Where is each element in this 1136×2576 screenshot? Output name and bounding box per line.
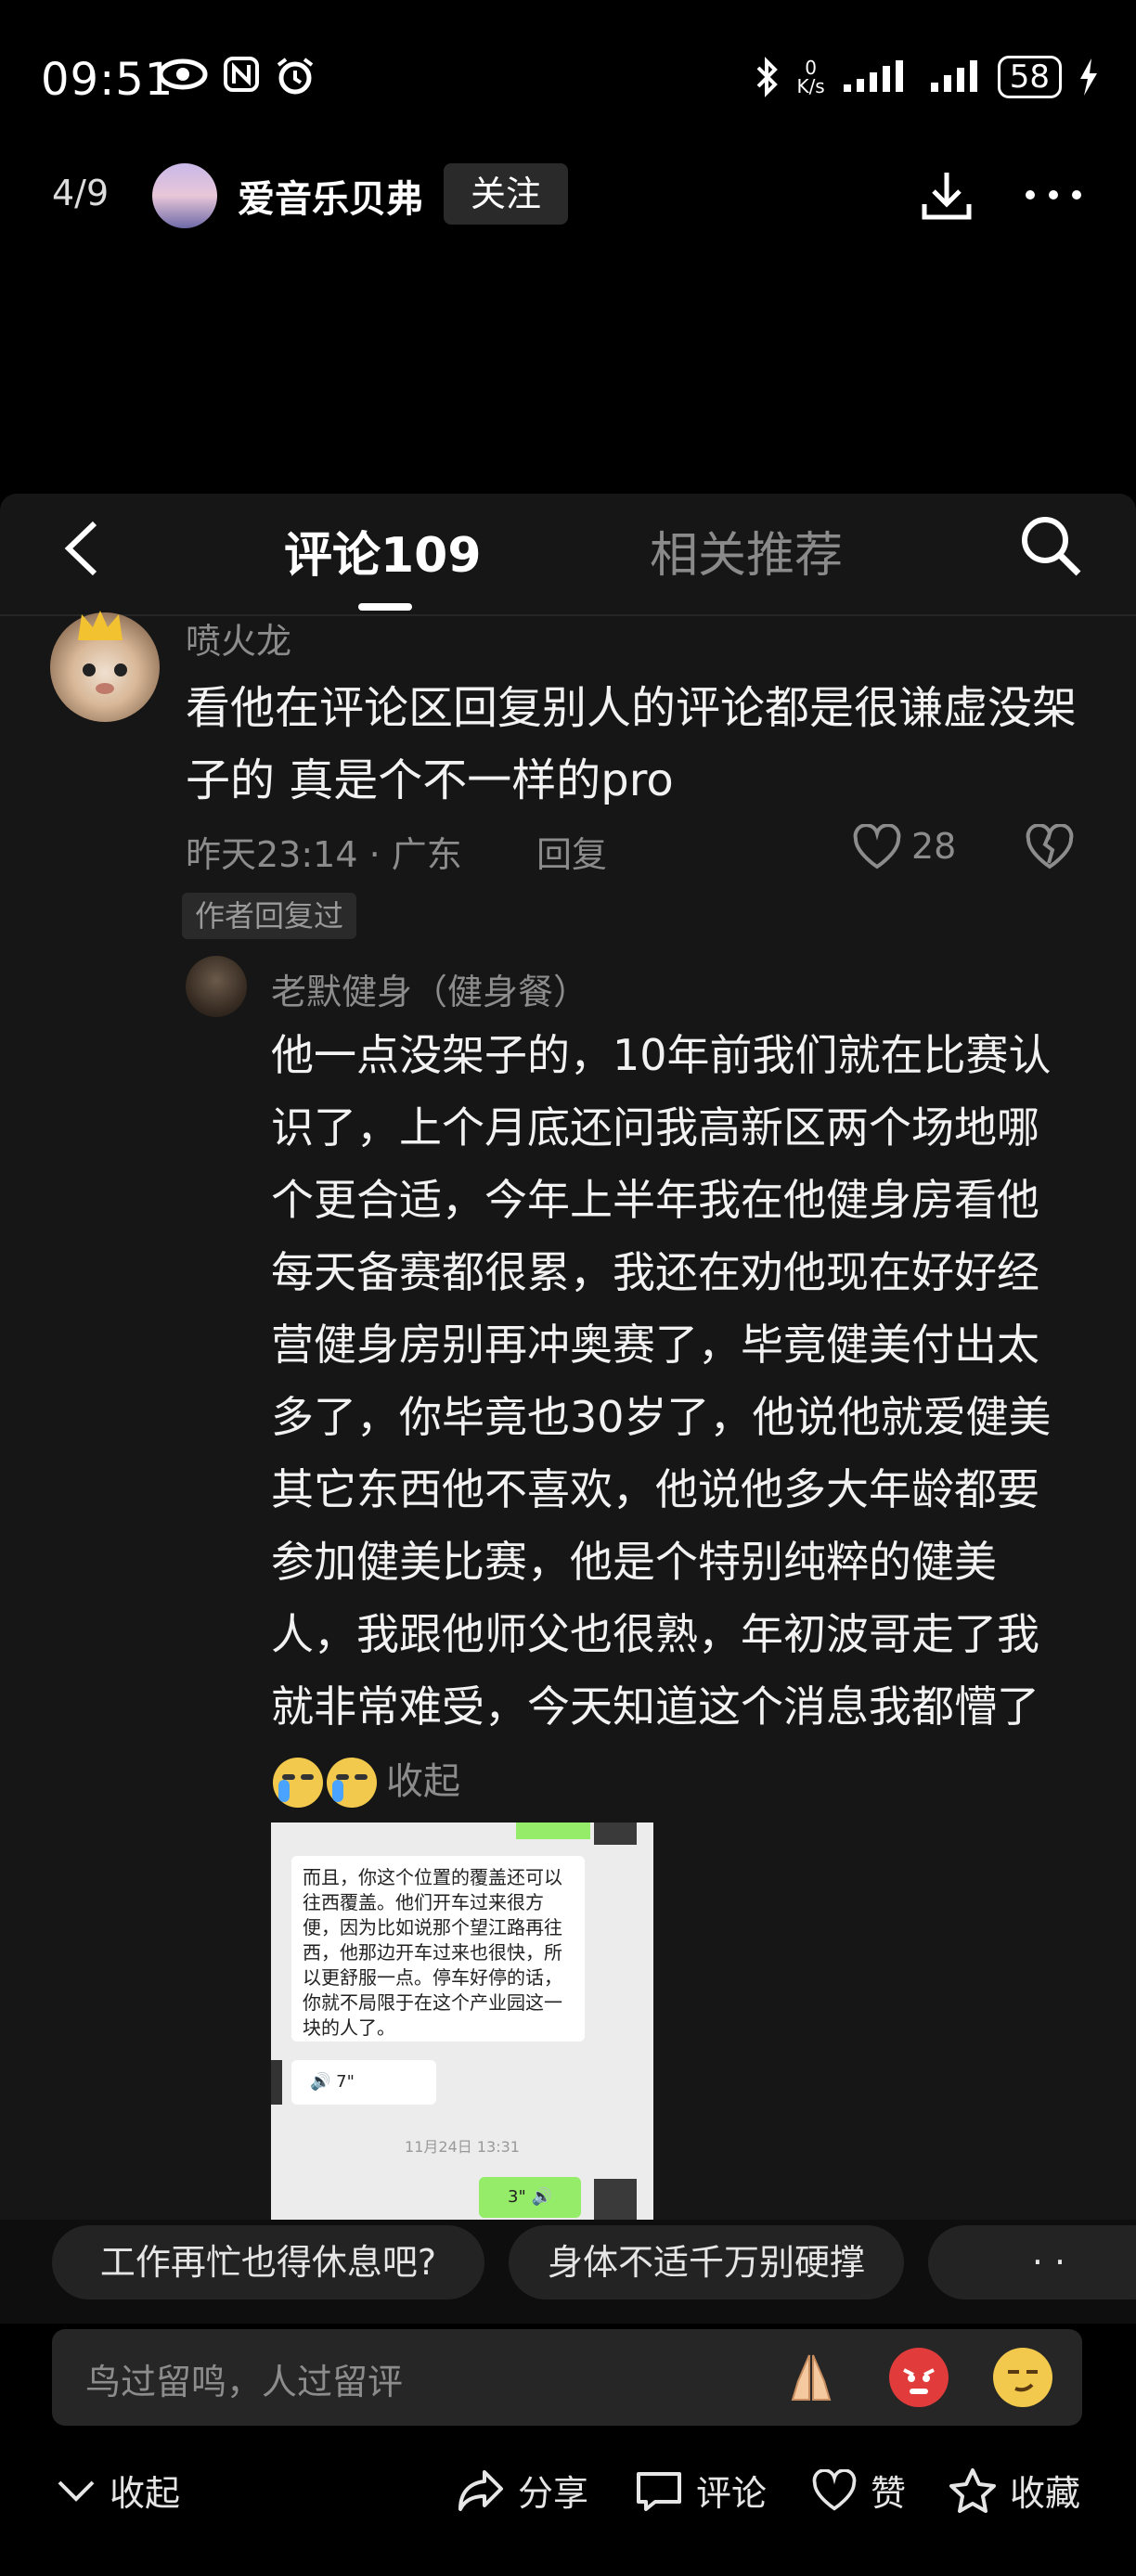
tab-comments[interactable]: 评论109 xyxy=(284,516,482,586)
status-time: 09:51 xyxy=(41,54,174,106)
commenter-name[interactable]: 喷火龙 xyxy=(186,612,291,663)
heart-icon[interactable] xyxy=(852,824,902,870)
voice-wave-icon: 🔊 xyxy=(531,2187,552,2207)
author-avatar[interactable] xyxy=(152,163,217,228)
broken-heart-icon[interactable] xyxy=(1025,824,1075,870)
chat-bubble-green-top xyxy=(516,1823,590,1839)
star-icon xyxy=(949,2467,996,2513)
more-options-icon[interactable] xyxy=(1021,176,1086,213)
tab-related[interactable]: 相关推荐 xyxy=(650,516,843,586)
signal-icon-2 xyxy=(930,60,977,92)
image-page-counter: 4/9 xyxy=(52,173,110,213)
collapse-button[interactable]: 收起 xyxy=(56,2465,180,2516)
author-name[interactable]: 爱音乐贝弗 xyxy=(238,169,423,223)
status-left-icons xyxy=(158,56,316,97)
battery-indicator: 58 xyxy=(997,56,1062,98)
comment-text: 看他在评论区回复别人的评论都是很谦虚没架子的 真是个不一样的pro xyxy=(186,682,1078,806)
like-button[interactable]: 赞 xyxy=(811,2465,906,2516)
back-icon[interactable] xyxy=(56,516,111,581)
charging-icon xyxy=(1080,58,1097,96)
voice-wave-icon: 🔊 xyxy=(310,2072,331,2092)
angry-emoji-icon[interactable] xyxy=(889,2348,949,2407)
comment-time: 昨天23:14 xyxy=(186,834,358,875)
alarm-icon xyxy=(277,58,314,95)
signal-icon xyxy=(843,60,903,92)
suggestion-chip[interactable]: · · xyxy=(928,2225,1136,2299)
author-replied-badge: 作者回复过 xyxy=(182,893,357,939)
download-icon[interactable] xyxy=(919,167,975,223)
comments-panel-header xyxy=(0,494,1136,616)
collapse-reply-link[interactable]: 收起 xyxy=(386,1760,460,1803)
nfc-icon xyxy=(224,57,259,92)
replier-avatar[interactable] xyxy=(186,956,247,1017)
eye-icon xyxy=(158,58,208,90)
meta-separator: · xyxy=(368,834,381,875)
voice-message-right: 3" 🔊 xyxy=(479,2177,581,2218)
net-speed: 0 K/s xyxy=(796,57,825,97)
suggestion-chip[interactable]: 身体不适千万别硬撑 xyxy=(509,2225,904,2299)
replier-name[interactable]: 老默健身（健身餐） xyxy=(271,963,588,1014)
bluetooth-icon xyxy=(757,57,779,97)
share-icon xyxy=(458,2469,503,2511)
like-count: 28 xyxy=(911,826,957,867)
follow-button[interactable]: 关注 xyxy=(444,163,568,225)
smirk-emoji-icon[interactable] xyxy=(993,2348,1052,2407)
search-icon[interactable] xyxy=(1017,512,1084,579)
chat-side-marker xyxy=(271,2060,282,2105)
crying-emoji-icon xyxy=(327,1757,377,1808)
crown-icon xyxy=(74,609,126,644)
share-button[interactable]: 分享 xyxy=(457,2465,588,2516)
tab-active-indicator xyxy=(358,603,412,611)
favorite-button[interactable]: 收藏 xyxy=(949,2465,1080,2516)
comment-location: 广东 xyxy=(391,834,462,875)
comment-input-placeholder: 鸟过留鸣，人过留评 xyxy=(85,2362,404,2402)
chat-avatar xyxy=(594,2179,637,2220)
reply-text-block: 他一点没架子的，10年前我们就在比赛认识了，上个月底还问我高新区两个场地哪个更合… xyxy=(271,1019,1060,1818)
heart-icon xyxy=(812,2468,857,2511)
voice-message-left: 🔊 7" xyxy=(291,2060,436,2105)
suggestion-chip[interactable]: 工作再忙也得休息吧? xyxy=(52,2225,484,2299)
chevron-down-icon xyxy=(58,2480,95,2502)
chat-timestamp: 11月24日 13:31 xyxy=(405,2138,520,2156)
comment-icon xyxy=(637,2471,681,2511)
reply-text: 他一点没架子的，10年前我们就在比赛认识了，上个月底还问我高新区两个场地哪个更合… xyxy=(271,1030,1052,1732)
reply-button[interactable]: 回复 xyxy=(536,826,607,877)
chat-avatar xyxy=(594,1823,637,1845)
comment-meta: 昨天23:14 · 广东 xyxy=(186,826,462,877)
pray-emoji-icon[interactable] xyxy=(781,2348,841,2407)
status-right-icons: 0 K/s 58 xyxy=(755,56,1099,98)
crying-emoji-icon xyxy=(273,1757,323,1808)
comment-button[interactable]: 评论 xyxy=(635,2465,767,2516)
chat-message-bubble: 而且，你这个位置的覆盖还可以往西覆盖。他们开车过来很方便，因为比如说那个望江路再… xyxy=(291,1856,585,2041)
